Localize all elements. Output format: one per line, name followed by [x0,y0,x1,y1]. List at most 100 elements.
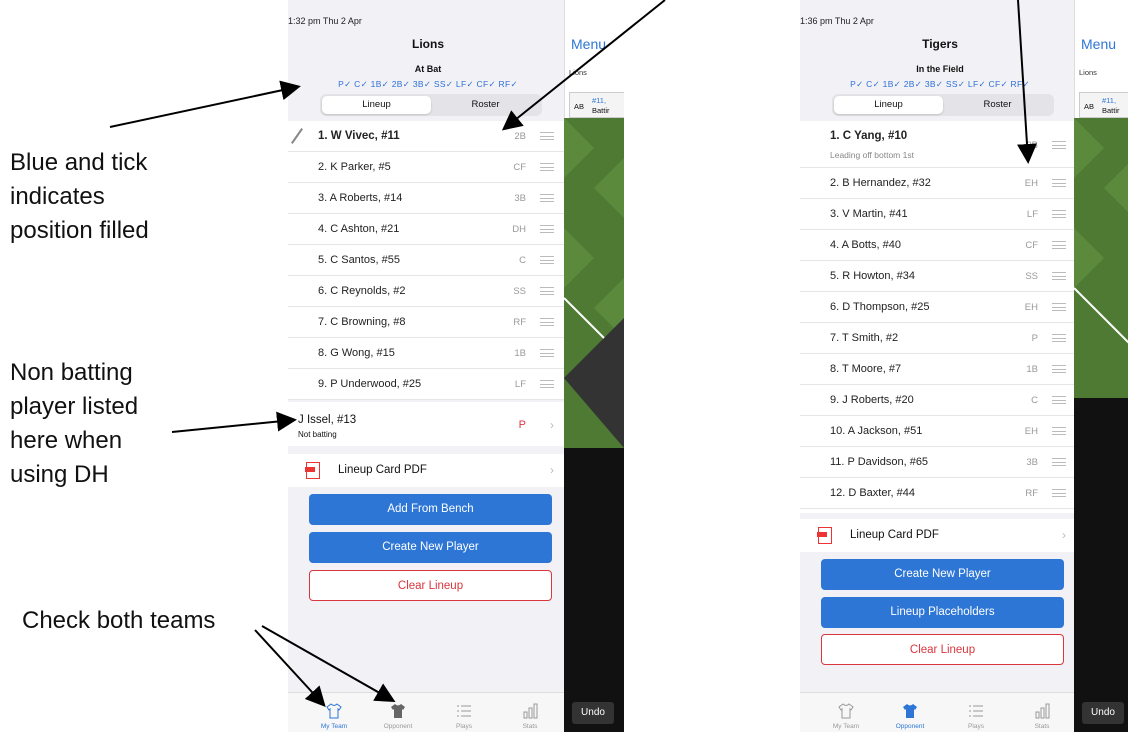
positions-filled: P✓ C✓ 1B✓ 2B✓ 3B✓ SS✓ LF✓ CF✓ RF✓ [850,79,1030,89]
tab-roster[interactable]: Roster [943,96,1052,114]
lineup-row[interactable]: 10. A Jackson, #51 EH [800,416,1080,447]
undo-button[interactable]: Undo [1082,702,1124,724]
chevron-right-icon: › [550,463,554,477]
drag-handle-icon[interactable] [540,287,554,295]
clear-lineup-button[interactable]: Clear Lineup [309,570,552,601]
annotation-blue-tick: Blue and tick indicates position filled [10,149,149,245]
lineup-row[interactable]: 2. B Hernandez, #32 EH [800,168,1080,199]
tab-plays[interactable]: Plays [434,693,494,732]
drag-handle-icon[interactable] [540,194,554,202]
tab-stats[interactable]: Stats [500,693,560,732]
tab-lineup[interactable]: Lineup [834,96,943,114]
drag-handle-icon[interactable] [1052,179,1066,187]
lineup-card-pdf[interactable]: Lineup Card PDF › [288,454,568,487]
non-batter-row[interactable]: J Issel, #13 Not batting P › [288,402,568,446]
lineup-row[interactable]: 4. A Botts, #40 CF [800,230,1080,261]
lineup-row[interactable]: 2. K Parker, #5 CF [288,152,568,183]
mode-label: At Bat [414,64,442,74]
tab-lineup[interactable]: Lineup [322,96,431,114]
lineup-row[interactable]: 4. C Ashton, #21 DH [288,214,568,245]
status-bar: 1:36 pm Thu 2 Apr [800,16,874,26]
team-title: Lions [412,37,444,51]
lineup-row[interactable]: 7. T Smith, #2 P [800,323,1080,354]
drag-handle-icon[interactable] [1052,458,1066,466]
drag-handle-icon[interactable] [1052,210,1066,218]
pencil-icon [291,128,303,144]
pdf-icon [305,462,320,479]
create-new-player-button[interactable]: Create New Player [309,532,552,563]
lineup-row[interactable]: 5. C Santos, #55 C [288,245,568,276]
list-icon [457,705,471,717]
drag-handle-icon[interactable] [540,225,554,233]
lineup-row[interactable]: 12. D Baxter, #44 RF [800,478,1080,509]
at-bat-card[interactable]: AB #11, Battir [1079,92,1128,118]
drag-handle-icon[interactable] [540,349,554,357]
drag-handle-icon[interactable] [540,318,554,326]
lineup-list: 1. C Yang, #10 Leading off bottom 1st 2B… [800,121,1080,513]
field-graphic [564,118,624,732]
tab-plays[interactable]: Plays [946,693,1006,732]
drag-handle-icon[interactable] [1052,365,1066,373]
mode-label: In the Field [916,64,964,74]
side-panel-right: Menu Lions AB #11, Battir Undo [1074,0,1128,732]
create-new-player-button[interactable]: Create New Player [821,559,1064,590]
lineup-roster-segment[interactable]: Lineup Roster [832,94,1054,116]
positions-filled: P✓ C✓ 1B✓ 2B✓ 3B✓ SS✓ LF✓ CF✓ RF✓ [338,79,518,89]
lineup-row[interactable]: 9. P Underwood, #25 LF [288,369,568,400]
drag-handle-icon[interactable] [1052,489,1066,497]
tab-stats[interactable]: Stats [1012,693,1072,732]
list-icon [969,705,983,717]
clear-lineup-button[interactable]: Clear Lineup [821,634,1064,665]
undo-button[interactable]: Undo [572,702,614,724]
drag-handle-icon[interactable] [1052,141,1066,149]
lineup-row[interactable]: 3. V Martin, #41 LF [800,199,1080,230]
side-panel-left: Menu Lions AB #11, Battir Undo [564,0,624,732]
lineup-row[interactable]: 9. J Roberts, #20 C [800,385,1080,416]
arrow-to-positions [109,80,301,128]
lineup-list: 1. W Vivec, #11 2B 2. K Parker, #5 CF 3.… [288,121,568,400]
drag-handle-icon[interactable] [540,163,554,171]
drag-handle-icon[interactable] [540,380,554,388]
drag-handle-icon[interactable] [1052,241,1066,249]
drag-handle-icon[interactable] [1052,334,1066,342]
lineup-row[interactable]: 3. A Roberts, #14 3B [288,183,568,214]
lineup-row[interactable]: 1. W Vivec, #11 2B [288,121,568,152]
lineup-card-pdf[interactable]: Lineup Card PDF › [800,519,1080,552]
shirt-outline-icon [326,703,342,719]
tab-my-team[interactable]: My Team [304,693,364,732]
drag-handle-icon[interactable] [1052,396,1066,404]
lineup-row[interactable]: 6. D Thompson, #25 EH [800,292,1080,323]
shirt-filled-icon [391,704,405,718]
drag-handle-icon[interactable] [540,132,554,140]
tab-my-team[interactable]: My Team [816,693,876,732]
drag-handle-icon[interactable] [1052,272,1066,280]
shirt-outline-icon [838,703,854,719]
lineup-placeholders-button[interactable]: Lineup Placeholders [821,597,1064,628]
tab-bar: My Team Opponent Plays Stats [288,692,568,732]
lineup-row[interactable]: 5. R Howton, #34 SS [800,261,1080,292]
field-graphic [1074,118,1128,732]
drag-handle-icon[interactable] [1052,427,1066,435]
tab-opponent[interactable]: Opponent [368,693,428,732]
annotation-check-both: Check both teams [22,607,216,634]
lineup-row[interactable]: 11. P Davidson, #65 3B [800,447,1080,478]
pdf-icon [817,527,832,544]
lineup-row[interactable]: 7. C Browning, #8 RF [288,307,568,338]
team-title: Tigers [922,37,958,51]
lineup-row[interactable]: 8. T Moore, #7 1B [800,354,1080,385]
lineup-roster-segment[interactable]: Lineup Roster [320,94,542,116]
chevron-right-icon: › [1062,528,1066,542]
at-bat-card[interactable]: AB #11, Battir [569,92,624,118]
chevron-right-icon: › [550,418,554,432]
tab-roster[interactable]: Roster [431,96,540,114]
tab-opponent[interactable]: Opponent [880,693,940,732]
menu-button[interactable]: Menu [571,36,606,52]
drag-handle-icon[interactable] [540,256,554,264]
lineup-row[interactable]: 1. C Yang, #10 Leading off bottom 1st 2B [800,121,1080,168]
drag-handle-icon[interactable] [1052,303,1066,311]
add-from-bench-button[interactable]: Add From Bench [309,494,552,525]
bar-chart-icon [1035,703,1050,719]
lineup-row[interactable]: 8. G Wong, #15 1B [288,338,568,369]
lineup-row[interactable]: 6. C Reynolds, #2 SS [288,276,568,307]
menu-button[interactable]: Menu [1081,36,1116,52]
